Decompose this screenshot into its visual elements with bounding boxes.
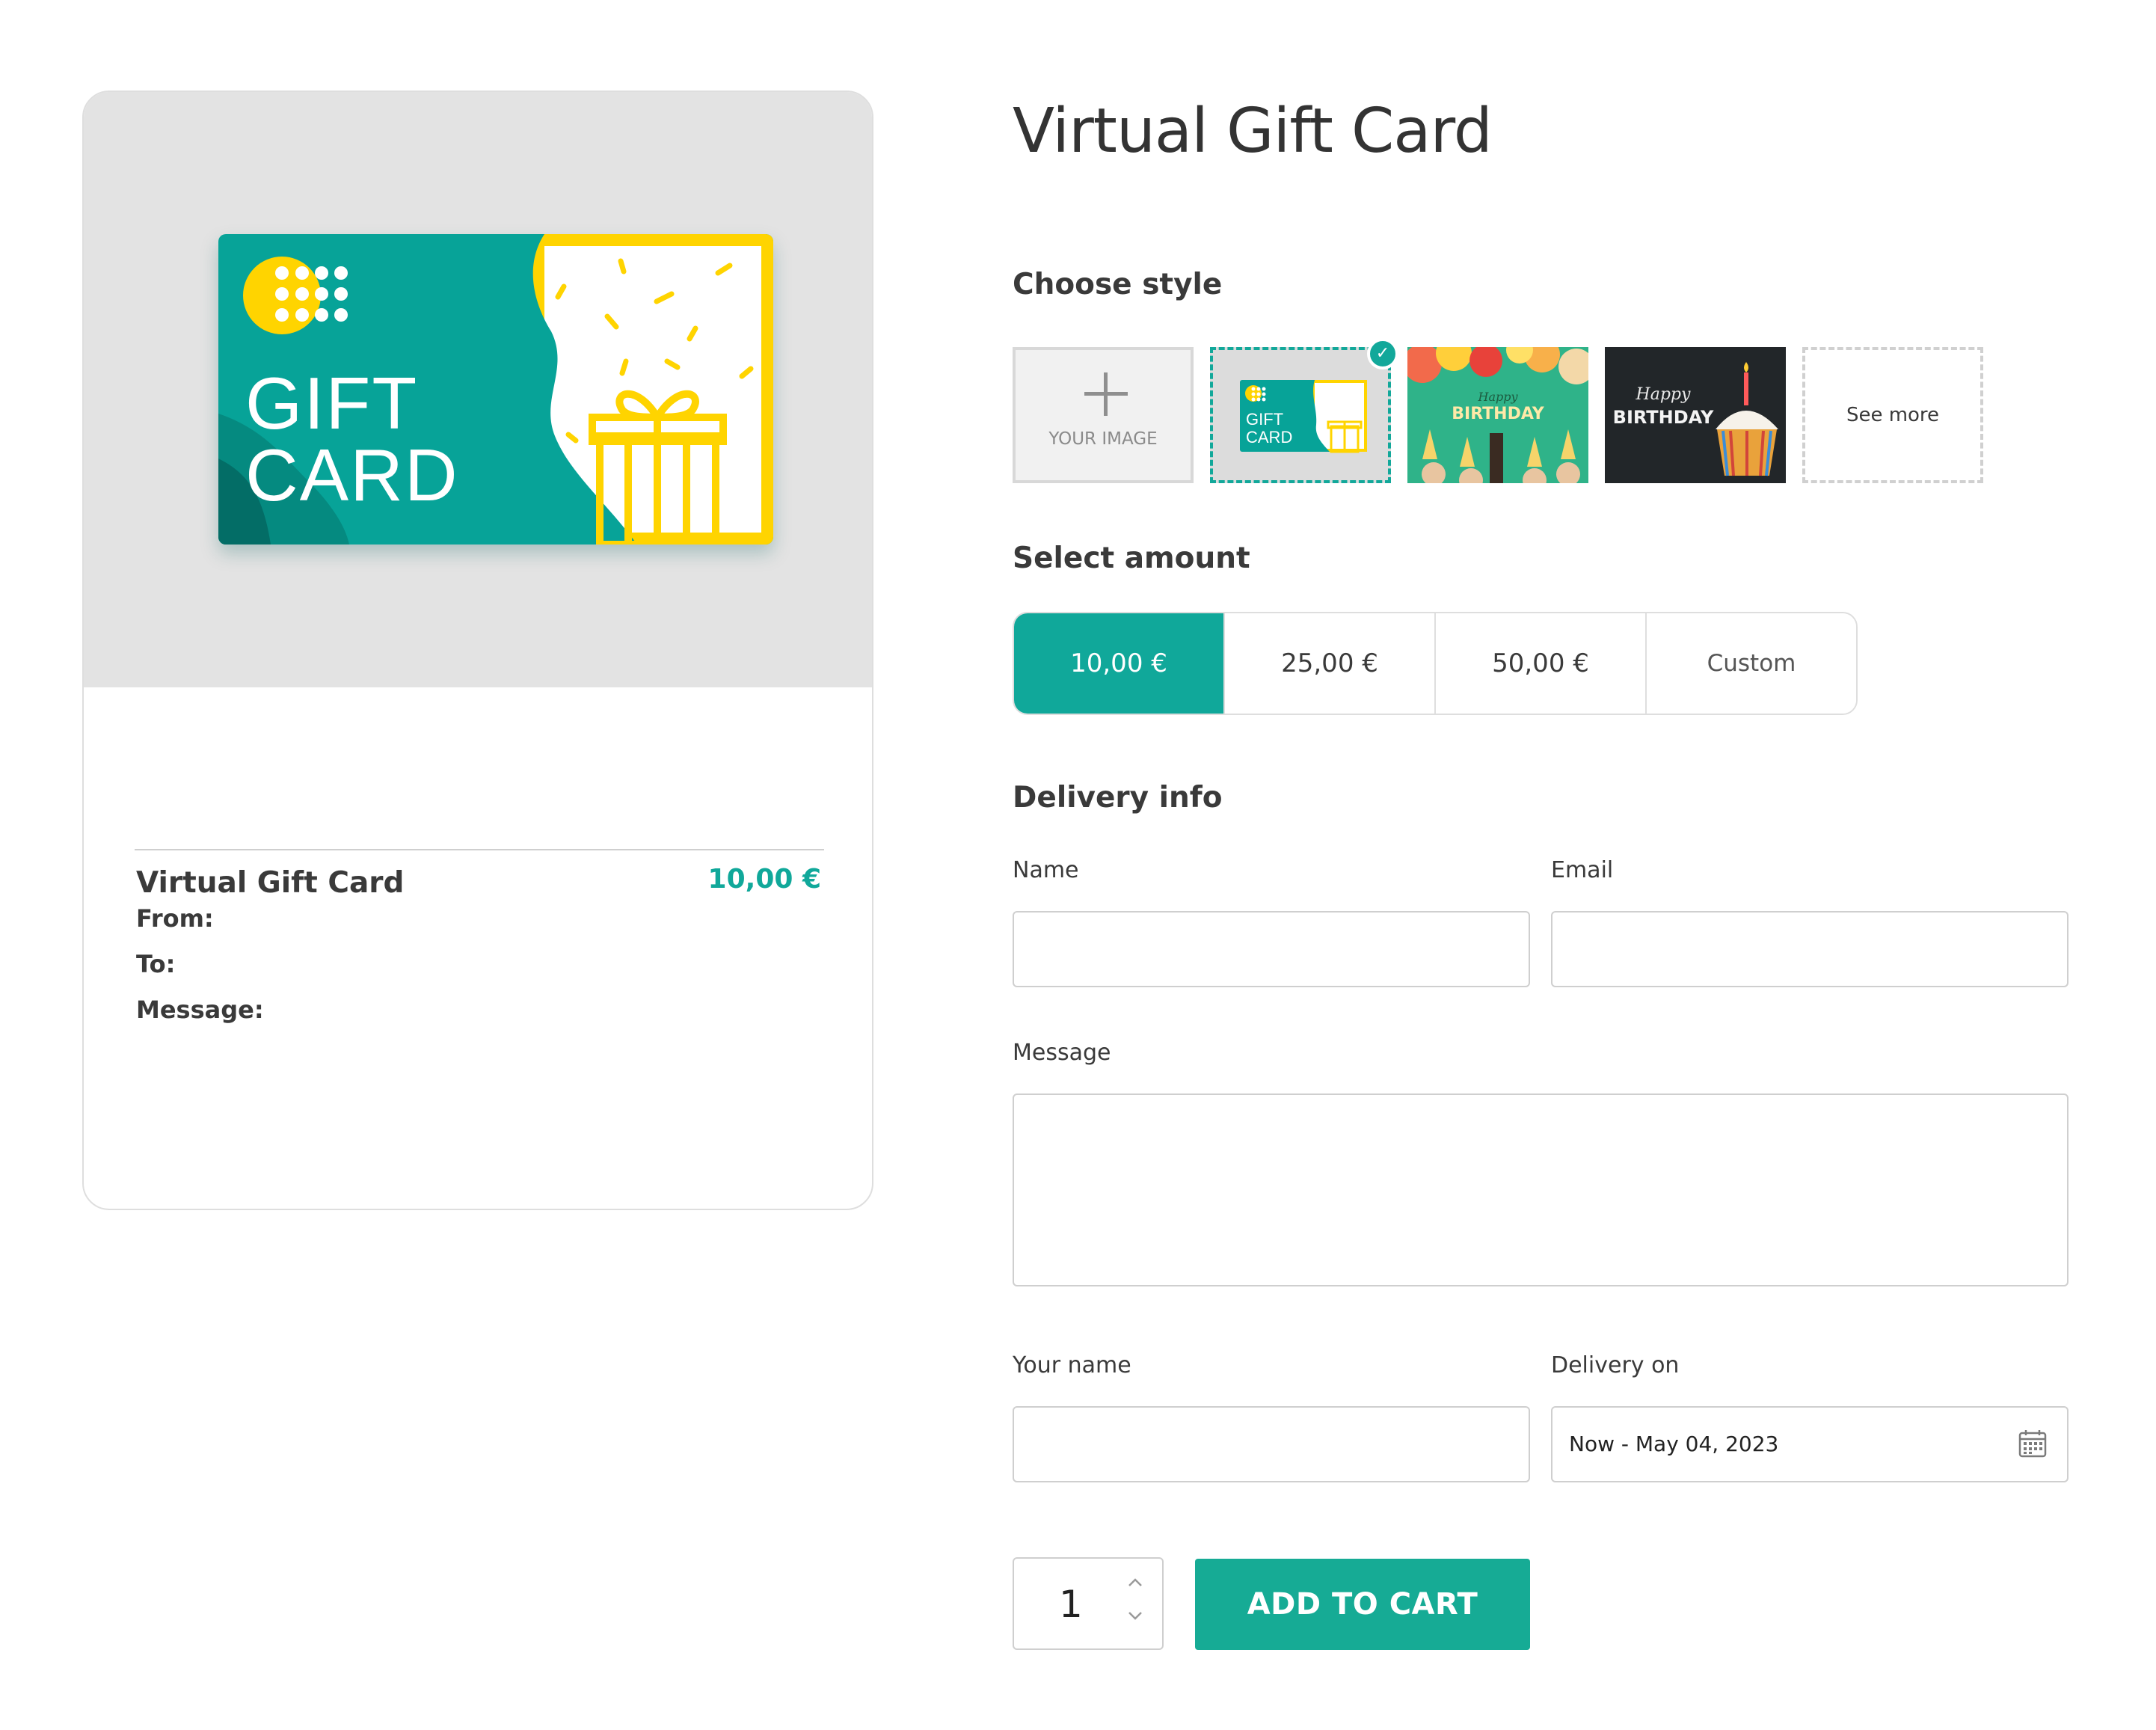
to-label: To: xyxy=(136,950,176,978)
page-title: Virtual Gift Card xyxy=(1013,96,1493,167)
email-label: Email xyxy=(1551,857,1614,883)
amount-option-25[interactable]: 25,00 € xyxy=(1225,613,1436,714)
calendar-icon[interactable] xyxy=(2018,1429,2048,1458)
preview-divider xyxy=(135,849,824,850)
bday2-script-text: Happy xyxy=(1636,385,1691,404)
your-name-input[interactable] xyxy=(1013,1406,1530,1482)
chevron-up-icon[interactable] xyxy=(1125,1575,1146,1592)
gift-card-text: GIFT CARD xyxy=(245,362,459,516)
add-to-cart-button[interactable]: ADD TO CART xyxy=(1195,1559,1530,1650)
delivery-on-label: Delivery on xyxy=(1551,1352,1680,1378)
style-thumb-birthday-balloons[interactable]: Happy BIRTHDAY xyxy=(1407,347,1588,483)
message-label: Message: xyxy=(136,996,264,1024)
quantity-value: 1 xyxy=(1059,1583,1083,1626)
delivery-date-picker[interactable]: Now - May 04, 2023 xyxy=(1551,1406,2069,1482)
upload-own-image-thumb[interactable]: YOUR IMAGE xyxy=(1013,347,1194,483)
plus-icon xyxy=(1084,372,1128,416)
see-more-label: See more xyxy=(1846,404,1940,426)
name-input[interactable] xyxy=(1013,911,1530,987)
delivery-date-value: Now - May 04, 2023 xyxy=(1569,1432,1779,1456)
birthday-balloons-artwork: Happy BIRTHDAY xyxy=(1407,347,1588,483)
preview-price: 10,00 € xyxy=(707,864,821,895)
style-thumb-birthday-cupcake[interactable]: Happy BIRTHDAY xyxy=(1605,347,1786,483)
bday1-main-text: BIRTHDAY xyxy=(1452,405,1545,423)
amount-option-10[interactable]: 10,00 € xyxy=(1014,613,1225,714)
email-input[interactable] xyxy=(1551,911,2069,987)
own-image-label: YOUR IMAGE xyxy=(1048,429,1158,449)
gift-card-preview: GIFT CARD Virtual Gift Card 10,00 € From… xyxy=(82,91,873,1210)
select-amount-heading: Select amount xyxy=(1013,542,1250,575)
gift-card-text-line1: GIFT xyxy=(245,362,419,444)
birthday-cupcake-artwork: Happy BIRTHDAY xyxy=(1605,347,1786,483)
name-label: Name xyxy=(1013,857,1079,883)
bday2-main-text: BIRTHDAY xyxy=(1613,407,1714,428)
style-thumb-gift-card[interactable]: GIFT CARD xyxy=(1210,347,1391,483)
gift-card-thumb-artwork: GIFT CARD xyxy=(1213,350,1388,480)
message-field-label: Message xyxy=(1013,1040,1111,1066)
delivery-info-heading: Delivery info xyxy=(1013,781,1223,815)
amount-selector: 10,00 € 25,00 € 50,00 € Custom xyxy=(1013,612,1858,715)
quantity-stepper[interactable]: 1 xyxy=(1013,1557,1164,1650)
gift-card-image: GIFT CARD xyxy=(218,234,773,545)
selected-check-icon: ✓ xyxy=(1367,338,1398,369)
amount-option-custom[interactable]: Custom xyxy=(1647,613,1856,714)
gift-card-text-line2: CARD xyxy=(245,434,459,516)
chevron-down-icon[interactable] xyxy=(1125,1607,1146,1623)
from-label: From: xyxy=(136,904,214,933)
preview-image-area: GIFT CARD xyxy=(84,92,872,687)
your-name-label: Your name xyxy=(1013,1352,1131,1378)
thumb-text-line2: CARD xyxy=(1246,428,1292,447)
preview-title: Virtual Gift Card xyxy=(136,866,405,900)
see-more-styles[interactable]: See more xyxy=(1802,347,1983,483)
choose-style-heading: Choose style xyxy=(1013,268,1223,301)
amount-option-50[interactable]: 50,00 € xyxy=(1436,613,1647,714)
thumb-text-line1: GIFT xyxy=(1246,410,1283,429)
bday1-script-text: Happy xyxy=(1477,390,1518,404)
message-textarea[interactable] xyxy=(1013,1093,2069,1286)
